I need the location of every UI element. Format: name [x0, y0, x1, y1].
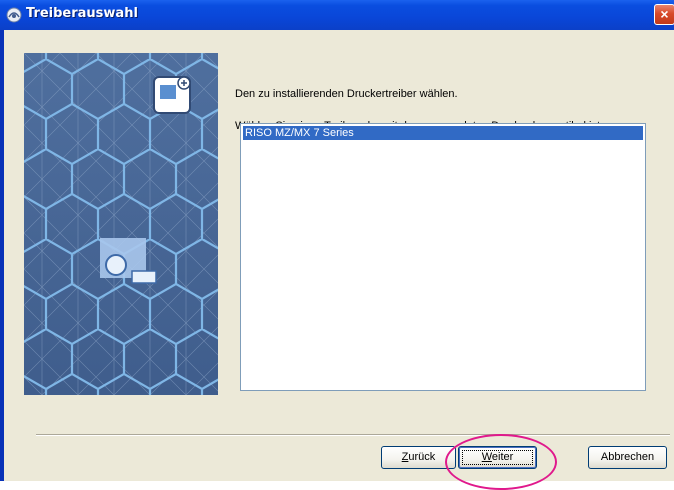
cancel-button[interactable]: Abbrechen [588, 446, 667, 469]
pc-add-icon [153, 76, 191, 114]
window-title: Treiberauswahl [26, 6, 138, 21]
close-icon: × [660, 6, 669, 22]
installer-icon [6, 7, 22, 23]
back-label: urück [408, 451, 436, 463]
highlight-ellipse [445, 434, 557, 490]
installer-window: Treiberauswahl × Den zu installierenden … [0, 0, 674, 490]
side-panel-image [24, 53, 218, 395]
dialog-body: Den zu installierenden Druckertreiber wä… [4, 30, 674, 490]
list-item[interactable]: RISO MZ/MX 7 Series [243, 126, 643, 140]
close-button[interactable]: × [654, 4, 674, 25]
separator [36, 434, 670, 436]
driver-listbox[interactable]: RISO MZ/MX 7 Series [240, 123, 646, 391]
instruction-text: Den zu installierenden Druckertreiber wä… [235, 88, 458, 100]
title-bar[interactable]: Treiberauswahl × [0, 0, 674, 30]
